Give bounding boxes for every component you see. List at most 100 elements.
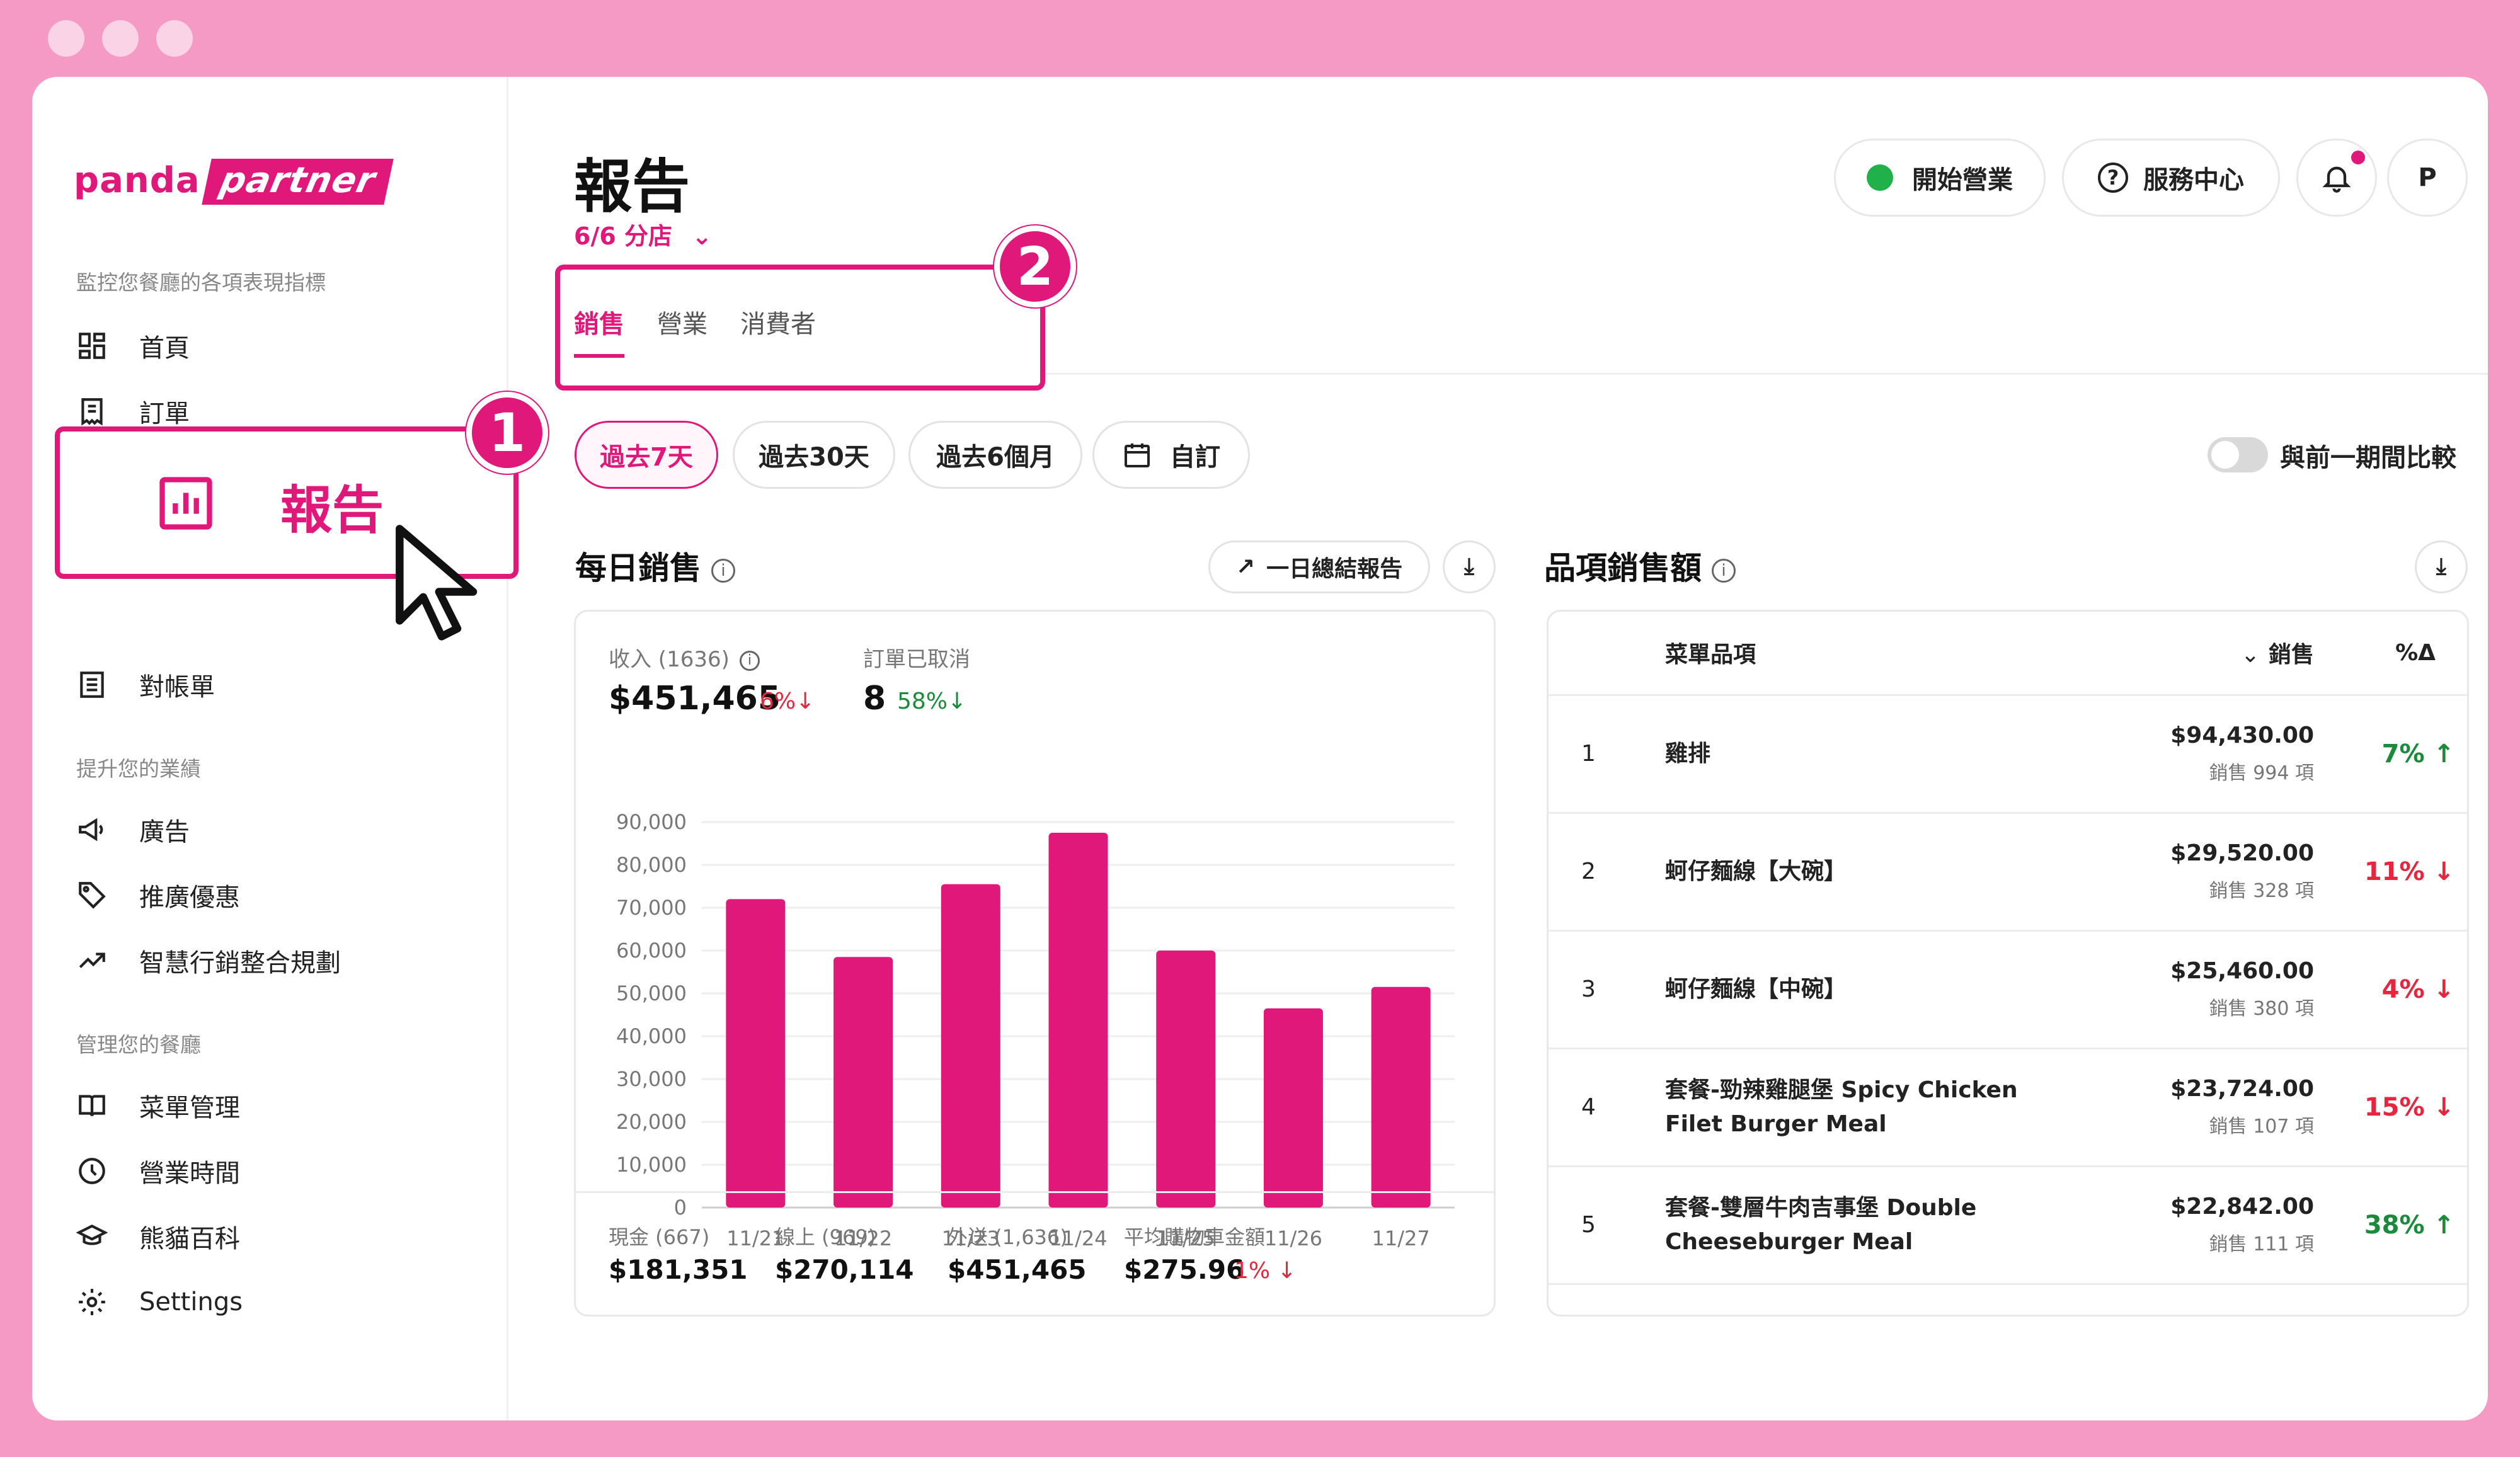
bar-11/27[interactable]: [1371, 986, 1431, 1208]
megaphone-icon: [79, 818, 103, 842]
daily-sales-card: 收入 (1636) i $451,465 6%↓ 訂單已取消 8 58%↓ 90,…: [574, 610, 1496, 1317]
sidebar-item-ads[interactable]: 廣告: [76, 808, 190, 852]
item-name-cell: 雞排: [1665, 695, 2068, 814]
sidebar-item-hours[interactable]: 營業時間: [76, 1149, 240, 1193]
revenue-label-text: 收入 (1636): [609, 647, 730, 672]
item-name: 雞排: [1665, 740, 1711, 767]
revenue-value: $451,465: [609, 680, 781, 717]
footer-stat-label: 平均購物車金額: [1124, 1225, 1266, 1249]
item-name: 蚵仔麵線【中碗】: [1665, 976, 1847, 1002]
bar-11/26[interactable]: [1263, 1008, 1323, 1208]
rank-cell: 4: [1549, 1048, 1665, 1167]
sales-amount: $25,460.00: [2170, 958, 2314, 984]
sales-amount: $29,520.00: [2170, 840, 2314, 866]
revenue-delta-text: 6%: [760, 689, 796, 714]
sales-amount: $94,430.00: [2170, 723, 2314, 748]
revenue-delta: 6%↓: [760, 689, 815, 714]
sidebar-item-statements[interactable]: 對帳單: [76, 663, 215, 707]
footer-stat-label: 現金 (667): [609, 1225, 710, 1249]
dashboard-icon: [79, 333, 105, 359]
bar-11/25[interactable]: [1156, 951, 1216, 1208]
window-dot-minimize[interactable]: [102, 20, 139, 57]
tab-operations[interactable]: 營業: [657, 304, 707, 358]
tab-sales[interactable]: 銷售: [574, 304, 624, 358]
sales-count: 銷售 107 項: [2209, 1116, 2314, 1138]
tab-customers[interactable]: 消費者: [740, 304, 816, 358]
bar-11/21[interactable]: [726, 899, 786, 1208]
item-name-cell: 蚵仔麵線【中碗】: [1665, 930, 2068, 1049]
window-dot-close[interactable]: [48, 20, 84, 57]
table-row[interactable]: 5 套餐-雙層牛肉吉事堡 Double Cheeseburger Meal $22,8…: [1549, 1166, 2467, 1285]
sidebar-item-menu[interactable]: 菜單管理: [76, 1083, 240, 1128]
y-tick-label: 40,000: [616, 1024, 687, 1048]
notification-dot: [2351, 151, 2365, 164]
sidebar: panda partner 監控您餐廳的各項表現指標 首頁 訂單 報告 1 對帳單…: [32, 77, 548, 1420]
table-header-row: 菜單品項 ⌄ 銷售 %Δ: [1549, 612, 2467, 696]
window-dot-maximize[interactable]: [156, 20, 193, 57]
sales-count: 銷售 111 項: [2209, 1233, 2314, 1255]
items-download-button[interactable]: ⤓: [2415, 540, 2468, 593]
filter-last-30-days[interactable]: 過去30天: [733, 421, 895, 489]
filter-custom[interactable]: 自訂: [1092, 421, 1250, 489]
table-row[interactable]: 3 蚵仔麵線【中碗】 $25,460.00 銷售 380 項 4% ↓: [1549, 930, 2467, 1049]
table-row[interactable]: 4 套餐-勁辣雞腿堡 Spicy Chicken Filet Burger Meal…: [1549, 1048, 2467, 1167]
tabs-divider: [1045, 373, 2488, 375]
step-badge-1: 1: [466, 392, 548, 474]
y-tick-label: 10,000: [616, 1153, 687, 1177]
sidebar-item-home[interactable]: 首頁: [76, 324, 190, 368]
bar-11/24[interactable]: [1048, 833, 1108, 1208]
col-sales[interactable]: ⌄ 銷售: [2068, 612, 2314, 696]
sidebar-item-panda-wiki[interactable]: 熊貓百科: [76, 1214, 240, 1259]
notifications-button[interactable]: [2296, 139, 2377, 217]
rank-cell: 5: [1549, 1166, 1665, 1285]
sidebar-item-label: 訂單: [139, 399, 190, 428]
info-icon[interactable]: i: [711, 558, 735, 583]
sales-count: 銷售 380 項: [2209, 998, 2314, 1020]
avatar[interactable]: P: [2387, 139, 2468, 217]
graduation-cap-icon: [76, 1225, 108, 1245]
bar-11/23[interactable]: [941, 884, 1000, 1208]
col-sales-label: 銷售: [2268, 642, 2314, 668]
sales-cell: $94,430.00 銷售 994 項: [2068, 695, 2314, 814]
logo-text: panda: [74, 160, 200, 201]
table-row[interactable]: 2 蚵仔麵線【大碗】 $29,520.00 銷售 328 項 11% ↓: [1549, 813, 2467, 932]
rank-cell: 3: [1549, 930, 1665, 1049]
section-title-monitor: 監控您餐廳的各項表現指標: [76, 270, 326, 295]
trend-up-icon: [79, 952, 105, 968]
open-store-button[interactable]: 開始營業: [1834, 139, 2046, 217]
sales-cell: $29,520.00 銷售 328 項: [2068, 813, 2314, 932]
table-row[interactable]: 1 雞排 $94,430.00 銷售 994 項 7% ↑: [1549, 695, 2467, 814]
logo[interactable]: panda partner: [74, 159, 394, 205]
help-center-button[interactable]: ? 服務中心: [2062, 139, 2280, 217]
compare-toggle[interactable]: [2208, 437, 2268, 472]
filter-last-7-days[interactable]: 過去7天: [575, 421, 718, 489]
receipt-icon: [81, 398, 103, 426]
info-icon[interactable]: i: [739, 650, 760, 671]
branch-selector[interactable]: 6/6 分店 ⌄: [574, 217, 712, 251]
app-window: panda partner 監控您餐廳的各項表現指標 首頁 訂單 報告 1 對帳單…: [32, 77, 2488, 1420]
item-name-line2: Filet Burger Meal: [1665, 1111, 1887, 1137]
download-icon: ⤓: [1464, 554, 1474, 580]
sidebar-item-promotions[interactable]: 推廣優惠: [76, 873, 240, 917]
sales-amount: $23,724.00: [2170, 1076, 2314, 1102]
daily-download-button[interactable]: ⤓: [1443, 540, 1496, 593]
sales-count: 銷售 328 項: [2209, 880, 2314, 902]
filter-last-6-months[interactable]: 過去6個月: [908, 421, 1082, 489]
logo-badge: partner: [201, 159, 394, 205]
footer-stat-label: 線上 (969): [775, 1225, 876, 1249]
sidebar-item-smart-marketing[interactable]: 智慧行銷整合規劃: [76, 939, 341, 983]
item-name: 蚵仔麵線【大碗】: [1665, 858, 1847, 884]
gear-icon: [79, 1289, 105, 1315]
bar-11/22[interactable]: [833, 957, 893, 1208]
help-icon: ?: [2098, 163, 2128, 193]
info-icon[interactable]: i: [1712, 558, 1736, 583]
delta-cell: 38% ↑: [2314, 1166, 2467, 1285]
sidebar-item-settings[interactable]: Settings: [76, 1280, 243, 1324]
branch-label: 6/6 分店: [574, 222, 672, 250]
page-title: 報告: [574, 153, 690, 220]
y-tick-label: 30,000: [616, 1067, 687, 1091]
item-name: 套餐-勁辣雞腿堡 Spicy Chicken: [1665, 1077, 2018, 1103]
daily-summary-button[interactable]: ↗ 一日總結報告: [1208, 540, 1430, 593]
cancelled-delta-text: 58%: [897, 689, 948, 714]
document-icon: [80, 671, 104, 698]
